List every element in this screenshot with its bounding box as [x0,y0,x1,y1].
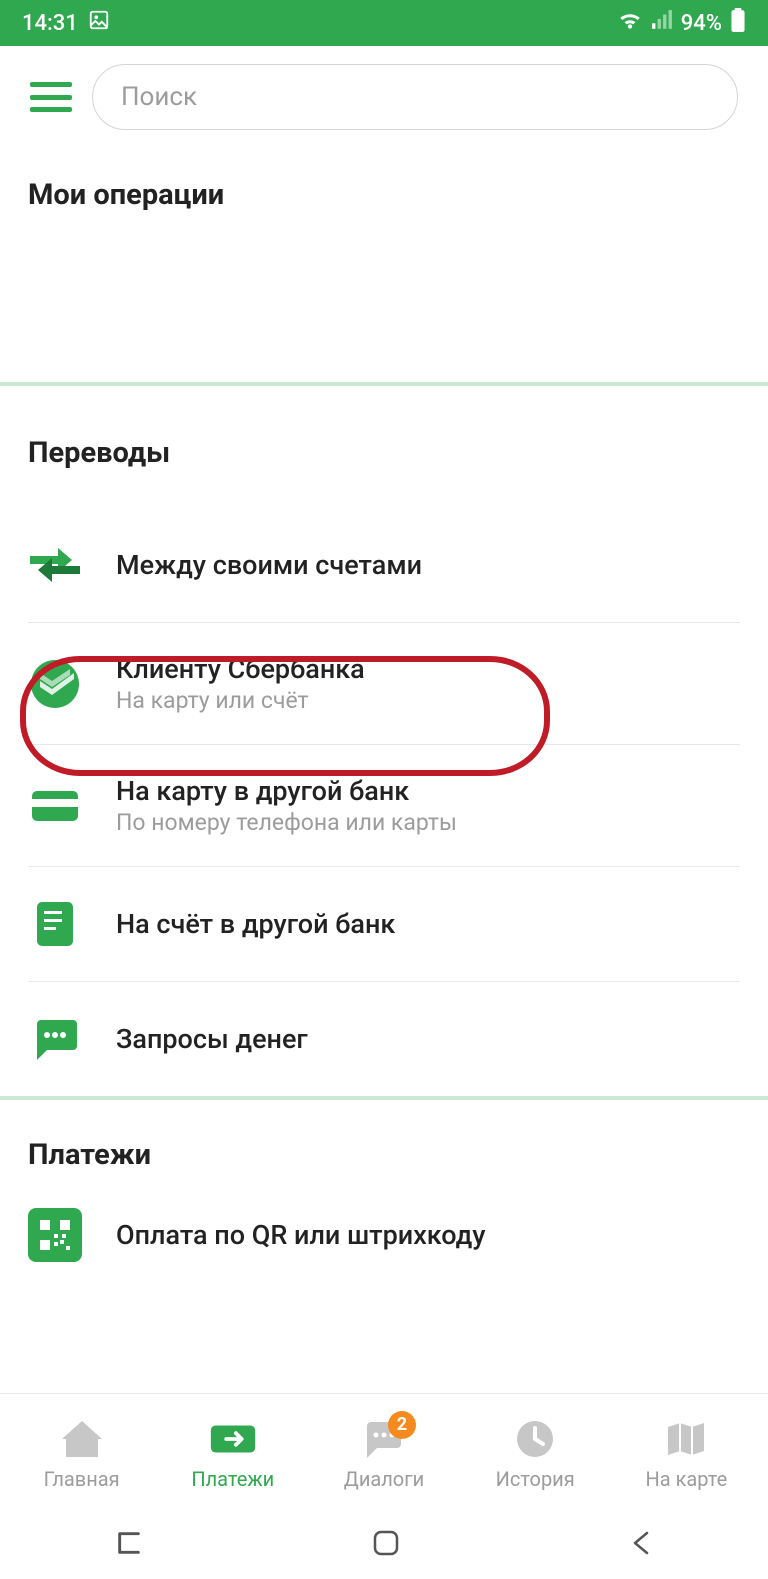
search-placeholder: Поиск [121,82,197,112]
nav-label: Диалоги [344,1467,424,1491]
dialogs-icon: 2 [358,1417,410,1461]
battery-percent: 94% [681,11,722,36]
pay-qr[interactable]: Оплата по QR или штрихкоду [28,1182,740,1288]
bottom-nav: Главная Платежи 2 Диалоги История На кар… [0,1393,768,1513]
android-back[interactable] [629,1529,653,1564]
status-time: 14:31 [22,11,78,36]
search-input[interactable]: Поиск [92,64,738,130]
item-title: Клиенту Сбербанка [116,653,365,685]
nav-label: Главная [44,1467,120,1491]
android-nav-bar [0,1513,768,1579]
document-icon [28,897,82,951]
section-divider [0,382,768,386]
transfer-arrows-icon [28,538,82,592]
transfer-sber-client[interactable]: Клиенту Сбербанка На карту или счёт [28,623,740,745]
status-bar: 14:31 94% [0,0,768,46]
nav-label: Платежи [191,1467,274,1491]
section-divider [0,1096,768,1100]
transfer-other-bank-account[interactable]: На счёт в другой банк [28,867,740,982]
section-transfers: Переводы [0,386,768,480]
image-icon [88,9,110,37]
item-subtitle: По номеру телефона или карты [116,809,457,836]
wifi-icon [617,9,643,37]
item-title: На карту в другой банк [116,775,457,807]
home-icon [56,1417,108,1461]
nav-dialogs[interactable]: 2 Диалоги [308,1417,459,1491]
signal-icon [651,10,673,36]
android-recent[interactable] [115,1529,143,1564]
nav-history[interactable]: История [460,1417,611,1491]
item-title: Между своими счетами [116,549,422,581]
section-payments: Платежи [0,1100,768,1182]
section-my-operations: Мои операции [0,140,768,222]
card-icon [28,779,82,833]
nav-map[interactable]: На карте [611,1417,762,1491]
clock-icon [509,1417,561,1461]
transfer-between-accounts[interactable]: Между своими счетами [28,508,740,623]
menu-icon[interactable] [30,82,72,112]
dialogs-badge: 2 [388,1411,416,1439]
payments-icon [207,1417,259,1461]
android-home[interactable] [372,1529,400,1564]
item-title: На счёт в другой банк [116,908,395,940]
nav-payments[interactable]: Платежи [157,1417,308,1491]
nav-label: На карте [645,1467,727,1491]
item-subtitle: На карту или счёт [116,687,365,714]
chat-icon [28,1012,82,1066]
qr-icon [28,1208,82,1262]
nav-label: История [496,1467,575,1491]
sber-logo-icon [28,657,82,711]
item-title: Оплата по QR или штрихкоду [116,1219,486,1251]
nav-home[interactable]: Главная [6,1417,157,1491]
map-icon [660,1417,712,1461]
transfer-other-bank-card[interactable]: На карту в другой банк По номеру телефон… [28,745,740,867]
header: Поиск [0,46,768,140]
transfer-money-requests[interactable]: Запросы денег [28,982,740,1096]
battery-icon [730,8,746,38]
item-title: Запросы денег [116,1023,308,1055]
